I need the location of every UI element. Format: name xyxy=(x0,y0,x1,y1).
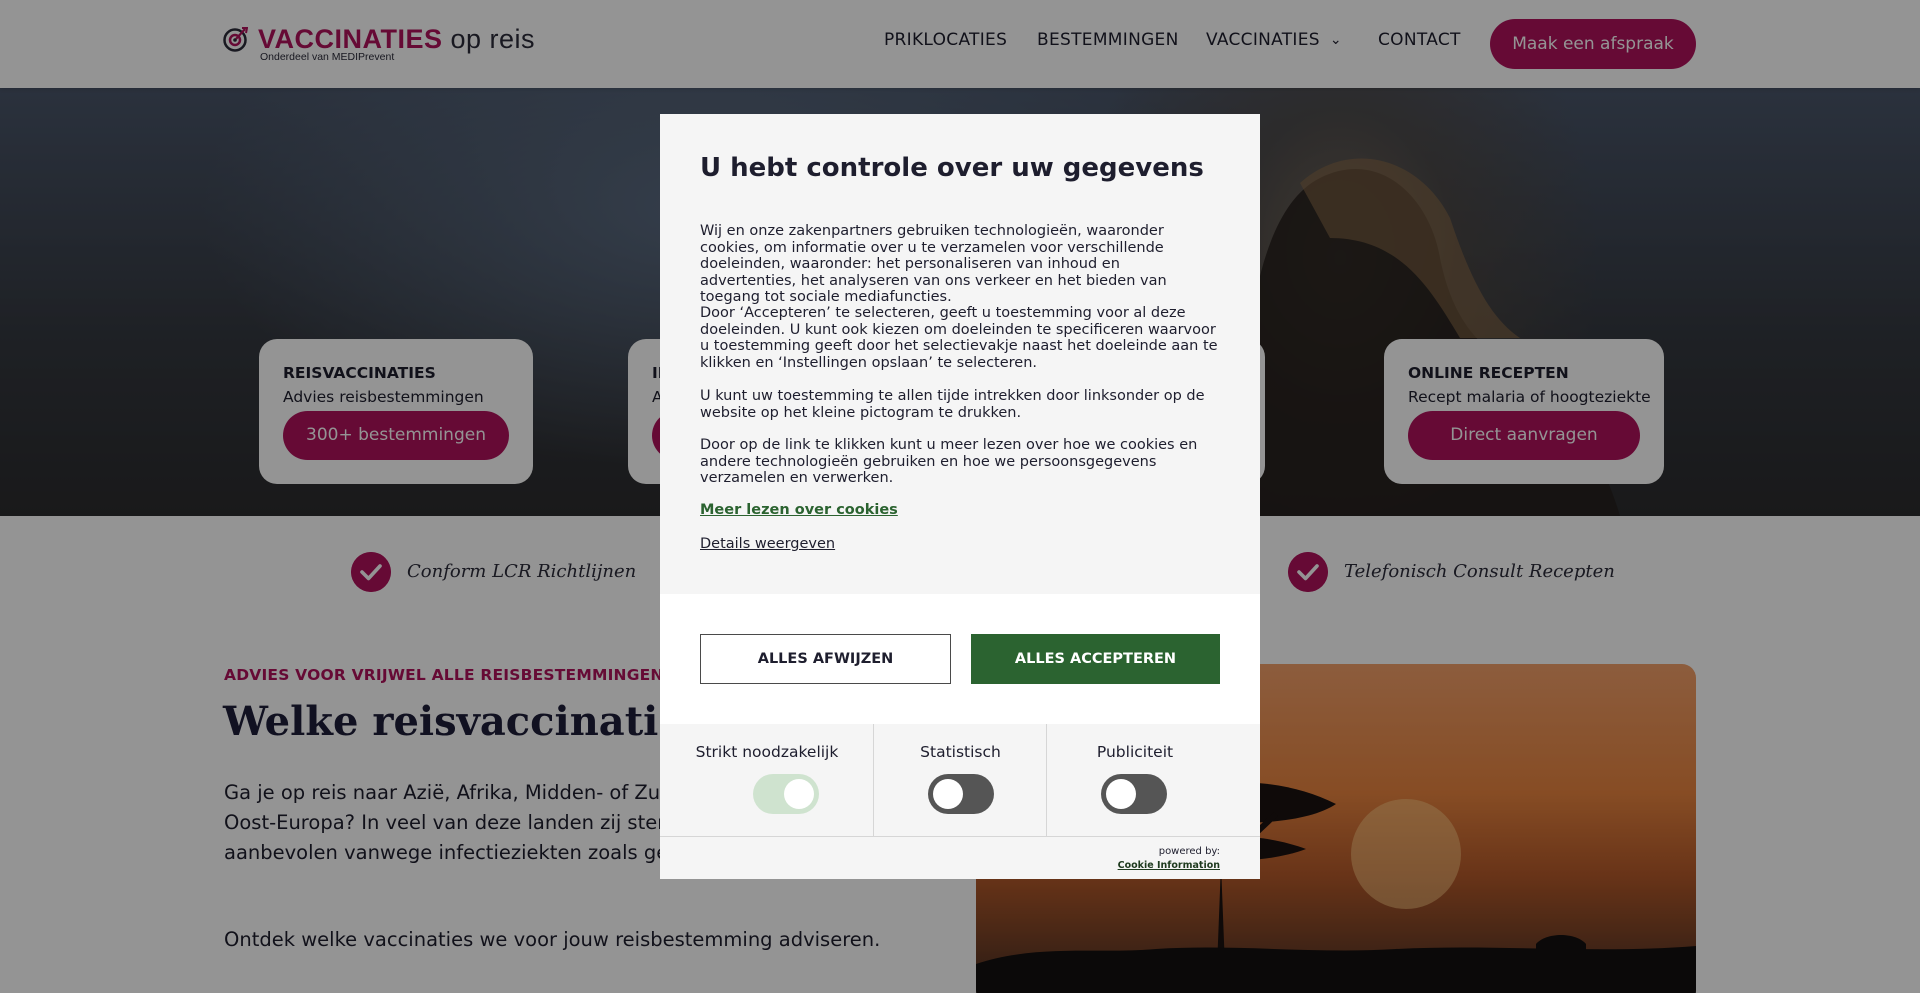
category-publicity: Publiciteit xyxy=(1046,724,1260,836)
cookie-consent-dialog: U hebt controle over uw gegevens Wij en … xyxy=(660,114,1260,879)
dialog-title: U hebt controle over uw gegevens xyxy=(700,153,1204,183)
consent-text-3: U kunt uw toestemming te allen tijde int… xyxy=(700,388,1205,421)
toggle-knob xyxy=(933,779,963,809)
consent-text-2: Door ‘Accepteren’ te selecteren, geeft u… xyxy=(700,305,1218,371)
reject-all-button[interactable]: ALLES AFWIJZEN xyxy=(700,634,951,684)
consent-text-1: Wij en onze zakenpartners gebruiken tech… xyxy=(700,223,1167,305)
toggle-strictly-necessary[interactable] xyxy=(753,774,819,814)
accept-all-button[interactable]: ALLES ACCEPTEREN xyxy=(971,634,1220,684)
consent-text-4: Door op de link te klikken kunt u meer l… xyxy=(700,437,1198,486)
toggle-statistics[interactable] xyxy=(928,774,994,814)
category-label: Statistisch xyxy=(920,743,1001,761)
toggle-knob xyxy=(1106,779,1136,809)
show-details-link[interactable]: Details weergeven xyxy=(700,536,835,552)
toggle-publicity[interactable] xyxy=(1101,774,1167,814)
toggle-knob xyxy=(784,779,814,809)
read-more-cookies-link[interactable]: Meer lezen over cookies xyxy=(700,502,898,518)
category-label: Strikt noodzakelijk xyxy=(695,743,839,761)
consent-buttons: ALLES AFWIJZEN ALLES ACCEPTEREN xyxy=(660,594,1260,724)
powered-by-label: powered by: xyxy=(1158,846,1220,857)
cookie-information-link[interactable]: Cookie Information xyxy=(1118,860,1220,871)
category-label: Publiciteit xyxy=(1096,743,1174,761)
consent-categories: Strikt noodzakelijk Statistisch Publicit… xyxy=(660,724,1260,836)
category-strictly-necessary: Strikt noodzakelijk xyxy=(660,724,874,836)
category-statistics: Statistisch xyxy=(873,724,1047,836)
dialog-footer: powered by: Cookie Information xyxy=(660,836,1260,879)
